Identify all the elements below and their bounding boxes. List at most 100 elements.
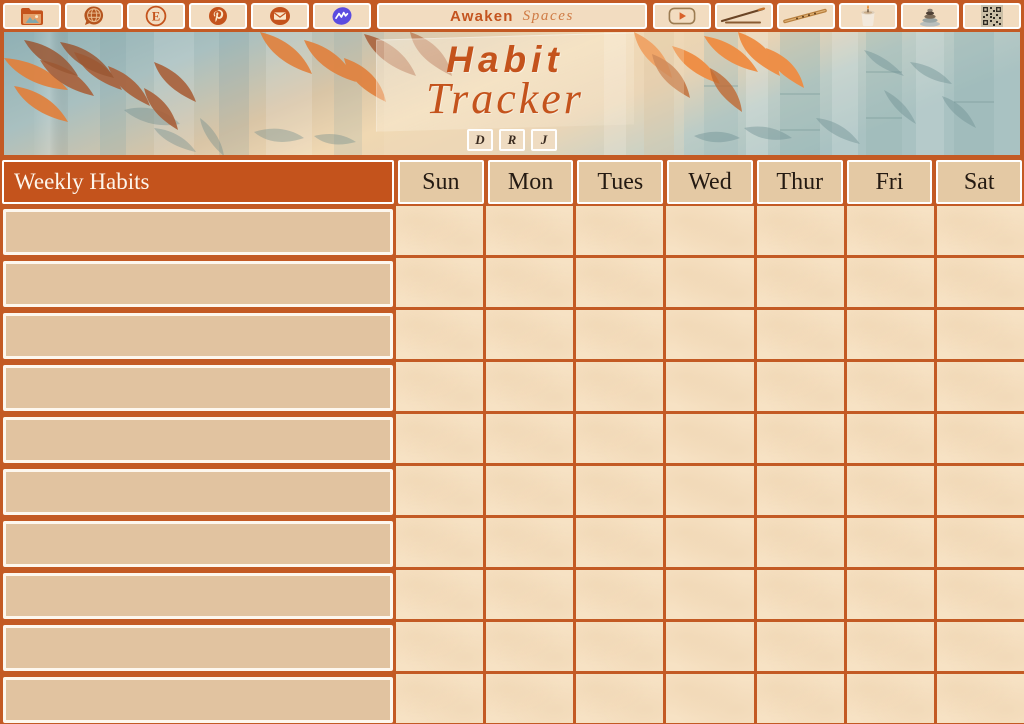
habit-day-checkbox-mon[interactable] — [486, 466, 577, 518]
candle-icon-button[interactable] — [839, 3, 897, 29]
habit-day-checkbox-mon[interactable] — [486, 362, 577, 414]
habit-day-checkbox-thur[interactable] — [756, 570, 847, 622]
habit-day-checkbox-tues[interactable] — [576, 674, 667, 724]
habit-day-checkbox-sat[interactable] — [936, 466, 1024, 518]
habit-day-checkbox-wed[interactable] — [666, 466, 757, 518]
habit-name-input[interactable] — [3, 365, 393, 411]
initial-button-d[interactable]: D — [467, 129, 493, 151]
habit-day-checkbox-tues[interactable] — [576, 206, 667, 258]
habit-day-checkbox-thur[interactable] — [756, 674, 847, 724]
habit-day-checkbox-tues[interactable] — [576, 362, 667, 414]
habit-name-input[interactable] — [3, 625, 393, 671]
habit-name-input[interactable] — [3, 417, 393, 463]
habit-day-checkbox-wed[interactable] — [666, 674, 757, 724]
habit-day-checkbox-fri[interactable] — [846, 622, 937, 674]
habit-name-input[interactable] — [3, 521, 393, 567]
day-header-mon[interactable]: Mon — [486, 158, 576, 206]
habit-day-checkbox-wed[interactable] — [666, 258, 757, 310]
day-header-fri[interactable]: Fri — [845, 158, 935, 206]
globe-chat-icon-button[interactable] — [65, 3, 123, 29]
habit-day-checkbox-fri[interactable] — [846, 466, 937, 518]
habit-day-checkbox-sat[interactable] — [936, 362, 1024, 414]
habit-day-checkbox-fri[interactable] — [846, 258, 937, 310]
habit-day-checkbox-tues[interactable] — [576, 466, 667, 518]
wave-icon-button[interactable] — [313, 3, 371, 29]
habit-day-checkbox-fri[interactable] — [846, 674, 937, 724]
habit-day-checkbox-sat[interactable] — [936, 518, 1024, 570]
habit-day-checkbox-wed[interactable] — [666, 310, 757, 362]
habit-day-checkbox-tues[interactable] — [576, 518, 667, 570]
habit-day-checkbox-fri[interactable] — [846, 362, 937, 414]
habit-day-checkbox-thur[interactable] — [756, 310, 847, 362]
habit-day-checkbox-sat[interactable] — [936, 206, 1024, 258]
habit-name-input[interactable] — [3, 573, 393, 619]
habit-name-input[interactable] — [3, 209, 393, 255]
habit-day-checkbox-wed[interactable] — [666, 570, 757, 622]
habit-day-checkbox-sun[interactable] — [396, 206, 487, 258]
email-icon-button[interactable] — [251, 3, 309, 29]
day-header-thur[interactable]: Thur — [755, 158, 845, 206]
habit-day-checkbox-thur[interactable] — [756, 466, 847, 518]
pinterest-icon-button[interactable] — [189, 3, 247, 29]
habit-day-checkbox-thur[interactable] — [756, 206, 847, 258]
habit-name-input[interactable] — [3, 261, 393, 307]
habit-day-checkbox-tues[interactable] — [576, 414, 667, 466]
habit-day-checkbox-sat[interactable] — [936, 414, 1024, 466]
qr-code-icon-button[interactable] — [963, 3, 1021, 29]
habit-day-checkbox-fri[interactable] — [846, 518, 937, 570]
habit-day-checkbox-fri[interactable] — [846, 570, 937, 622]
habit-day-checkbox-wed[interactable] — [666, 622, 757, 674]
habit-day-checkbox-mon[interactable] — [486, 258, 577, 310]
habit-day-checkbox-wed[interactable] — [666, 518, 757, 570]
habit-day-checkbox-fri[interactable] — [846, 414, 937, 466]
habit-day-checkbox-tues[interactable] — [576, 310, 667, 362]
habit-day-checkbox-mon[interactable] — [486, 518, 577, 570]
initial-button-j[interactable]: J — [531, 129, 557, 151]
habit-day-checkbox-tues[interactable] — [576, 622, 667, 674]
habit-day-checkbox-mon[interactable] — [486, 206, 577, 258]
habit-day-checkbox-sun[interactable] — [396, 466, 487, 518]
incense-stick-icon-button[interactable] — [715, 3, 773, 29]
habit-day-checkbox-wed[interactable] — [666, 414, 757, 466]
habit-day-checkbox-thur[interactable] — [756, 622, 847, 674]
habit-name-input[interactable] — [3, 677, 393, 723]
habit-day-checkbox-sat[interactable] — [936, 570, 1024, 622]
habit-name-input[interactable] — [3, 469, 393, 515]
habit-day-checkbox-sat[interactable] — [936, 258, 1024, 310]
habit-day-checkbox-sun[interactable] — [396, 310, 487, 362]
habit-day-checkbox-sun[interactable] — [396, 622, 487, 674]
habit-day-checkbox-tues[interactable] — [576, 258, 667, 310]
habit-day-checkbox-thur[interactable] — [756, 258, 847, 310]
habit-day-checkbox-sat[interactable] — [936, 310, 1024, 362]
habit-day-checkbox-mon[interactable] — [486, 310, 577, 362]
flute-icon-button[interactable] — [777, 3, 835, 29]
habit-day-checkbox-mon[interactable] — [486, 414, 577, 466]
initial-button-r[interactable]: R — [499, 129, 525, 151]
etsy-icon-button[interactable]: E — [127, 3, 185, 29]
habit-day-checkbox-sun[interactable] — [396, 362, 487, 414]
folder-icon-button[interactable] — [3, 3, 61, 29]
habit-day-checkbox-thur[interactable] — [756, 518, 847, 570]
habit-day-checkbox-mon[interactable] — [486, 622, 577, 674]
habit-day-checkbox-sat[interactable] — [936, 674, 1024, 724]
day-header-tues[interactable]: Tues — [575, 158, 665, 206]
habit-day-checkbox-sun[interactable] — [396, 258, 487, 310]
zen-stones-icon-button[interactable] — [901, 3, 959, 29]
habit-day-checkbox-fri[interactable] — [846, 310, 937, 362]
habit-day-checkbox-sun[interactable] — [396, 518, 487, 570]
habit-day-checkbox-thur[interactable] — [756, 362, 847, 414]
habit-name-input[interactable] — [3, 313, 393, 359]
habit-day-checkbox-mon[interactable] — [486, 570, 577, 622]
youtube-icon-button[interactable] — [653, 3, 711, 29]
day-header-wed[interactable]: Wed — [665, 158, 755, 206]
habit-day-checkbox-sat[interactable] — [936, 622, 1024, 674]
habit-day-checkbox-wed[interactable] — [666, 362, 757, 414]
habit-day-checkbox-thur[interactable] — [756, 414, 847, 466]
habit-day-checkbox-mon[interactable] — [486, 674, 577, 724]
habit-day-checkbox-sun[interactable] — [396, 570, 487, 622]
day-header-sat[interactable]: Sat — [934, 158, 1024, 206]
habit-day-checkbox-wed[interactable] — [666, 206, 757, 258]
habit-day-checkbox-fri[interactable] — [846, 206, 937, 258]
day-header-sun[interactable]: Sun — [396, 158, 486, 206]
habit-day-checkbox-sun[interactable] — [396, 414, 487, 466]
